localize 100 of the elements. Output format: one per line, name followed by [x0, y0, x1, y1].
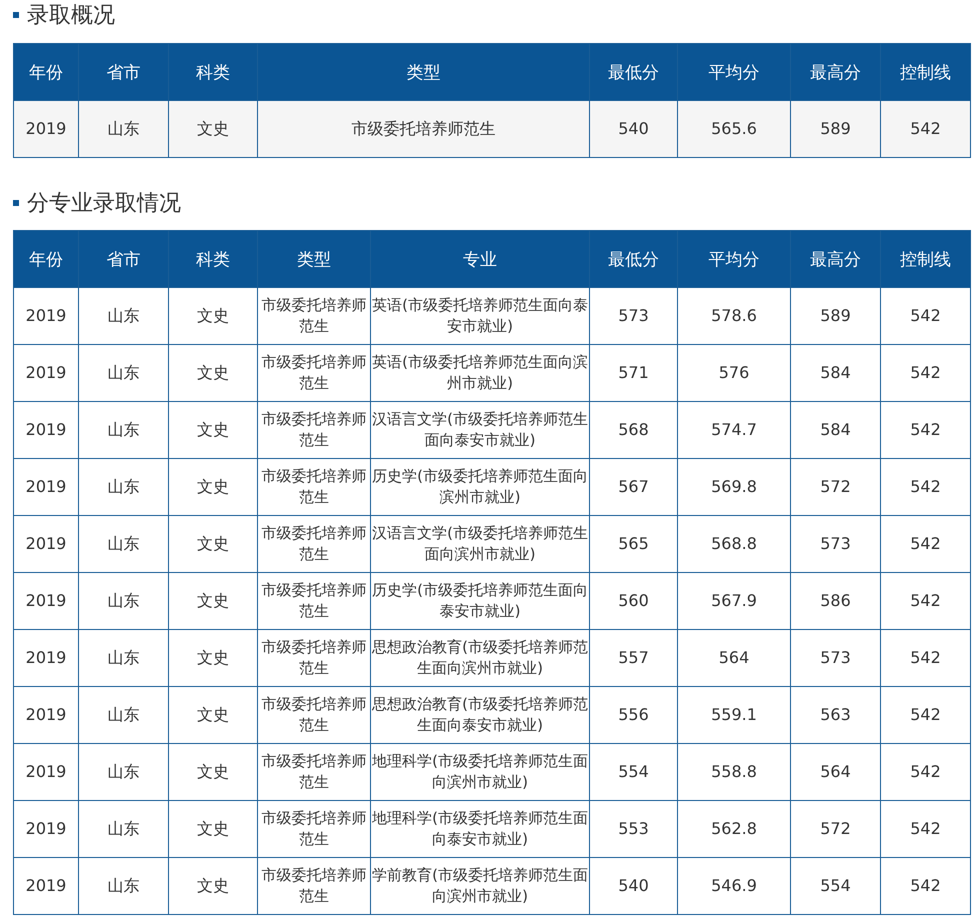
table-cell: 2019: [14, 630, 78, 686]
table-cell: 山东: [78, 686, 168, 744]
table-cell: 文史: [168, 800, 258, 858]
table-cell: 573: [590, 288, 678, 344]
table-cell: 文史: [168, 288, 258, 344]
table-cell: 地理科学(市级委托培养师范生面向滨州市就业): [370, 744, 590, 800]
table-cell: 540: [590, 858, 678, 914]
table-cell: 文史: [168, 516, 258, 572]
table-cell: 学前教育(市级委托培养师范生面向滨州市就业): [370, 858, 590, 914]
column-header: 控制线: [880, 44, 970, 100]
table-cell: 2019: [14, 858, 78, 914]
table-cell: 542: [880, 572, 970, 630]
table-cell: 地理科学(市级委托培养师范生面向泰安市就业): [370, 800, 590, 858]
table-cell: 564: [790, 744, 880, 800]
column-header: 年份: [14, 44, 78, 100]
table-cell: 2019: [14, 744, 78, 800]
table-cell: 市级委托培养师范生: [258, 744, 370, 800]
table-cell: 文史: [168, 686, 258, 744]
table-cell: 576: [678, 344, 790, 402]
table-cell: 2019: [14, 288, 78, 344]
table-cell: 560: [590, 572, 678, 630]
table-cell: 市级委托培养师范生: [258, 344, 370, 402]
table-cell: 562.8: [678, 800, 790, 858]
table-cell: 568: [590, 402, 678, 458]
table-cell: 英语(市级委托培养师范生面向泰安市就业): [370, 288, 590, 344]
table-cell: 思想政治教育(市级委托培养师范生面向泰安市就业): [370, 686, 590, 744]
column-header: 控制线: [880, 230, 970, 288]
table-cell: 市级委托培养师范生: [258, 288, 370, 344]
table-cell: 文史: [168, 100, 258, 158]
table-cell: 572: [790, 458, 880, 516]
table-cell: 542: [880, 402, 970, 458]
table-cell: 山东: [78, 344, 168, 402]
table-cell: 2019: [14, 572, 78, 630]
column-header: 最高分: [790, 230, 880, 288]
table-cell: 市级委托培养师范生: [258, 630, 370, 686]
table-cell: 578.6: [678, 288, 790, 344]
table-cell: 568.8: [678, 516, 790, 572]
table-cell: 542: [880, 516, 970, 572]
table-cell: 山东: [78, 800, 168, 858]
table-cell: 市级委托培养师范生: [258, 100, 590, 158]
table-cell: 市级委托培养师范生: [258, 686, 370, 744]
table-cell: 文史: [168, 744, 258, 800]
table-cell: 553: [590, 800, 678, 858]
table-cell: 567.9: [678, 572, 790, 630]
table-cell: 564: [678, 630, 790, 686]
table-cell: 文史: [168, 402, 258, 458]
table-cell: 540: [590, 100, 678, 158]
table-cell: 2019: [14, 344, 78, 402]
table-cell: 2019: [14, 686, 78, 744]
table-cell: 542: [880, 858, 970, 914]
table-cell: 2019: [14, 458, 78, 516]
table-cell: 542: [880, 458, 970, 516]
table-cell: 市级委托培养师范生: [258, 858, 370, 914]
table-cell: 584: [790, 402, 880, 458]
table-cell: 556: [590, 686, 678, 744]
table-cell: 563: [790, 686, 880, 744]
table-cell: 542: [880, 800, 970, 858]
bullet-icon: [13, 200, 19, 206]
table-cell: 558.8: [678, 744, 790, 800]
table-cell: 571: [590, 344, 678, 402]
table-cell: 英语(市级委托培养师范生面向滨州市就业): [370, 344, 590, 402]
table-cell: 山东: [78, 744, 168, 800]
table-cell: 565.6: [678, 100, 790, 158]
table-cell: 汉语言文学(市级委托培养师范生面向泰安市就业): [370, 402, 590, 458]
table-cell: 汉语言文学(市级委托培养师范生面向滨州市就业): [370, 516, 590, 572]
column-header: 科类: [168, 44, 258, 100]
table-cell: 2019: [14, 800, 78, 858]
column-header: 省市: [78, 44, 168, 100]
table-cell: 历史学(市级委托培养师范生面向滨州市就业): [370, 458, 590, 516]
table-cell: 554: [590, 744, 678, 800]
table-cell: 文史: [168, 458, 258, 516]
table-cell: 山东: [78, 572, 168, 630]
table-cell: 文史: [168, 572, 258, 630]
column-header: 最低分: [590, 230, 678, 288]
table-cell: 569.8: [678, 458, 790, 516]
table-cell: 589: [790, 100, 880, 158]
column-header: 平均分: [678, 44, 790, 100]
bullet-icon: [13, 12, 19, 18]
column-header: 专业: [370, 230, 590, 288]
table-cell: 山东: [78, 402, 168, 458]
table-cell: 559.1: [678, 686, 790, 744]
table-cell: 2019: [14, 516, 78, 572]
table-cell: 文史: [168, 344, 258, 402]
table-cell: 572: [790, 800, 880, 858]
table-cell: 2019: [14, 402, 78, 458]
table-cell: 文史: [168, 858, 258, 914]
table-cell: 文史: [168, 630, 258, 686]
table-cell: 542: [880, 744, 970, 800]
column-header: 年份: [14, 230, 78, 288]
column-header: 科类: [168, 230, 258, 288]
table-cell: 市级委托培养师范生: [258, 402, 370, 458]
table-cell: 市级委托培养师范生: [258, 800, 370, 858]
table-cell: 542: [880, 288, 970, 344]
table-cell: 山东: [78, 458, 168, 516]
table-cell: 557: [590, 630, 678, 686]
column-header: 最高分: [790, 44, 880, 100]
table-cell: 542: [880, 630, 970, 686]
table-cell: 市级委托培养师范生: [258, 516, 370, 572]
column-header: 最低分: [590, 44, 678, 100]
section-title: 分专业录取情况: [27, 190, 181, 218]
